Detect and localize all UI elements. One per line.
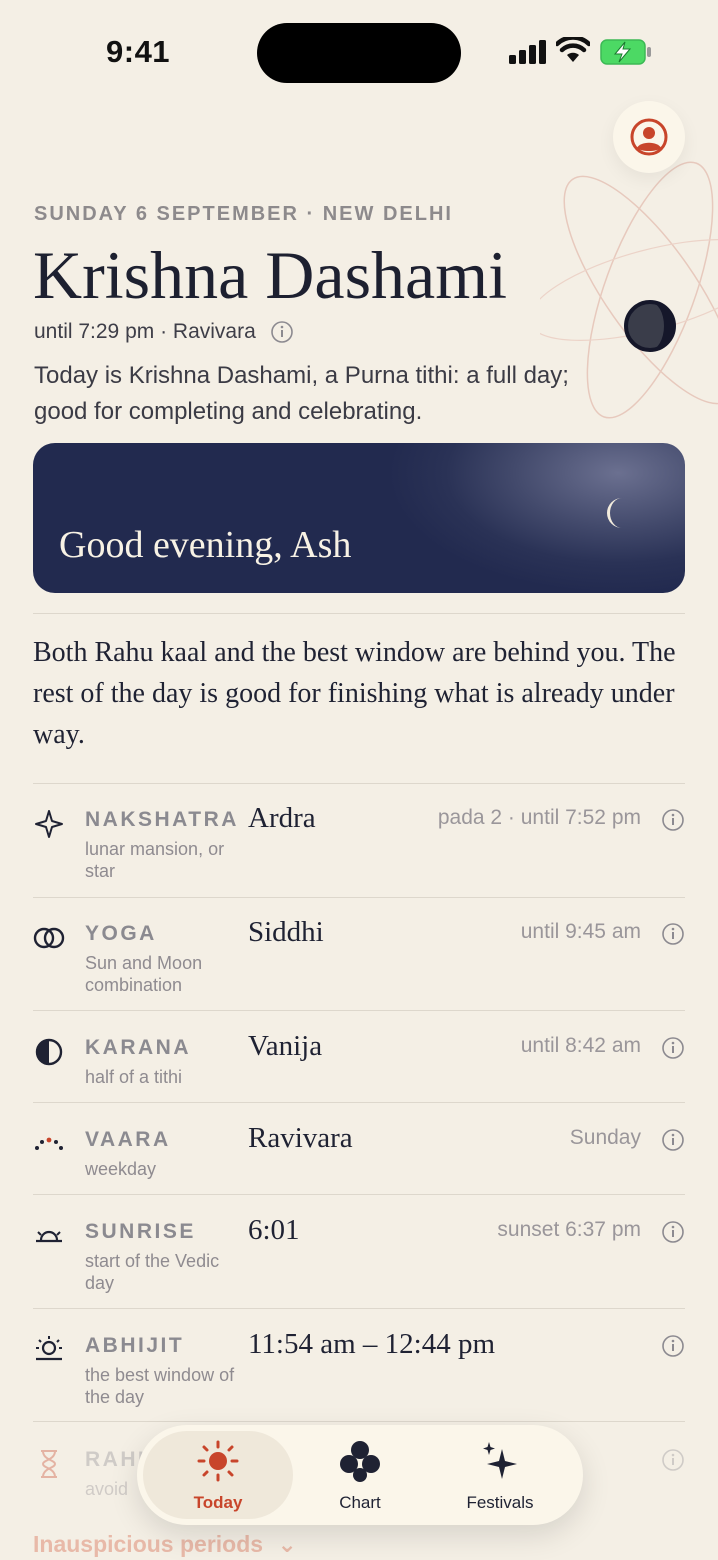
row-sublabel: weekday — [85, 1159, 157, 1179]
info-icon[interactable] — [661, 1220, 685, 1244]
info-icon[interactable] — [661, 808, 685, 832]
tab-festivals[interactable]: Festivals — [425, 1431, 575, 1519]
divider — [33, 897, 685, 898]
divider — [33, 1102, 685, 1103]
row-sublabel: start of the Vedic day — [85, 1251, 220, 1293]
row-sublabel: lunar mansion, or star — [85, 839, 225, 881]
greeting-card: Good evening, Ash — [33, 443, 685, 593]
divider — [33, 613, 685, 614]
user-icon — [630, 118, 668, 156]
row-value: Ardra — [248, 802, 316, 834]
tithi-description: Today is Krishna Dashami, a Purna tithi:… — [34, 362, 569, 425]
row-value: 6:01 — [248, 1214, 300, 1246]
tab-festivals-label: Festivals — [466, 1493, 534, 1512]
divider — [33, 1421, 685, 1422]
sun-horizon-icon — [36, 1336, 62, 1361]
crescent-moon-icon — [607, 498, 622, 528]
row-value: Vanija — [248, 1030, 323, 1062]
row-meta: Sunday — [569, 1126, 641, 1149]
half-circle-icon — [35, 1038, 63, 1066]
status-bar: 9:41 — [0, 0, 718, 100]
info-icon[interactable] — [661, 1448, 685, 1472]
rings-icon — [33, 927, 65, 949]
chevron-down-icon: ⌄ — [277, 1531, 297, 1557]
sparkle-icon — [483, 1442, 517, 1479]
row-sublabel: the best window of the day — [85, 1365, 235, 1407]
tab-chart-label: Chart — [339, 1493, 381, 1512]
row-sublabel: half of a tithi — [85, 1067, 183, 1087]
day-summary: Both Rahu kaal and the best window are b… — [33, 637, 676, 750]
tithi-until-text: until 7:29 pm · Ravivara — [34, 320, 256, 343]
row-label: ABHIJIT — [85, 1334, 185, 1357]
status-time: 9:41 — [106, 34, 171, 69]
tab-today-label: Today — [193, 1493, 243, 1512]
row-value: Siddhi — [248, 916, 324, 948]
info-icon[interactable] — [661, 1128, 685, 1152]
info-icon[interactable] — [661, 922, 685, 946]
row-label: SUNRISE — [85, 1220, 196, 1243]
dots-arc-icon — [35, 1137, 63, 1150]
info-icon[interactable] — [270, 320, 294, 344]
wifi-icon — [556, 37, 590, 62]
tithi-until: until 7:29 pm · Ravivara — [34, 320, 294, 344]
sunrise-icon — [36, 1230, 62, 1243]
tab-chart[interactable]: Chart — [285, 1431, 435, 1519]
signal-icon — [509, 40, 546, 64]
greeting-text: Good evening, Ash — [59, 524, 352, 566]
sun-icon — [197, 1440, 239, 1482]
inauspicious-periods-toggle[interactable]: Inauspicious periods ⌄ — [33, 1531, 297, 1558]
date-location: SUNDAY 6 SEPTEMBER · NEW DELHI — [34, 203, 453, 225]
row-label: VAARA — [85, 1128, 171, 1151]
star-icon — [35, 810, 63, 838]
row-value: Ravivara — [248, 1122, 353, 1154]
hourglass-icon — [41, 1450, 57, 1478]
divider — [33, 1308, 685, 1309]
battery-icon — [600, 39, 651, 65]
row-sublabel: Sun and Moon combination — [85, 953, 203, 995]
row-meta: sunset 6:37 pm — [497, 1218, 641, 1241]
divider — [33, 1194, 685, 1195]
divider — [33, 1010, 685, 1011]
chart-dots-icon — [340, 1441, 380, 1482]
row-meta: until 9:45 am — [520, 920, 641, 943]
moon-phase-icon — [624, 300, 676, 352]
page-title: Krishna Dashami — [33, 237, 508, 313]
divider — [33, 783, 685, 784]
row-label: NAKSHATRA — [85, 808, 239, 831]
row-label: YOGA — [85, 922, 157, 945]
row-meta: until 8:42 am — [520, 1034, 641, 1057]
row-meta: pada 2 · until 7:52 pm — [437, 806, 641, 829]
info-icon[interactable] — [661, 1334, 685, 1358]
row-label: KARANA — [85, 1036, 191, 1059]
dynamic-island — [257, 23, 461, 83]
tab-today[interactable]: Today — [143, 1431, 293, 1519]
today-screen: 9:41 SUNDAY 6 SEPTEMBER · NEW DELHI Kris… — [0, 0, 718, 1560]
info-icon[interactable] — [661, 1036, 685, 1060]
profile-button[interactable] — [613, 101, 685, 173]
inauspicious-label: Inauspicious periods — [33, 1531, 264, 1557]
tab-bar: Today Chart Festivals — [137, 1425, 583, 1525]
row-value: 11:54 am – 12:44 pm — [248, 1328, 496, 1360]
